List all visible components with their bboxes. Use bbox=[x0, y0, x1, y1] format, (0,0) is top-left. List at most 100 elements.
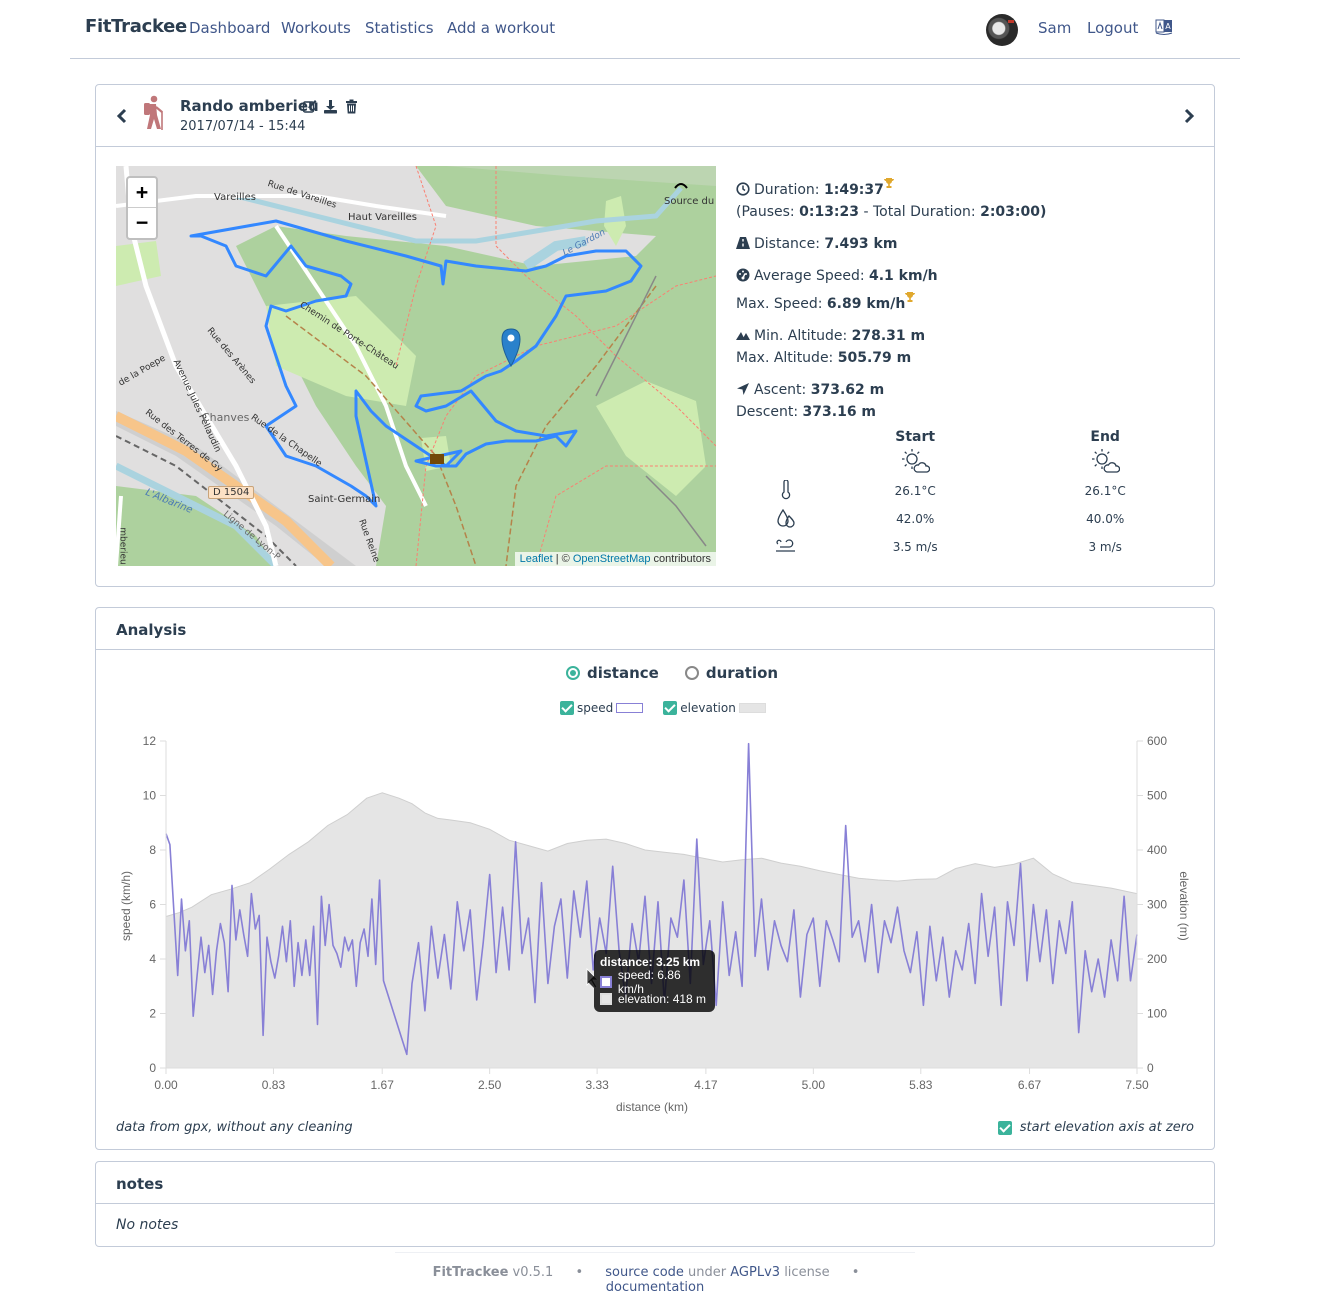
partly-cloudy-day-icon bbox=[1090, 448, 1121, 477]
ascent-label: Ascent: bbox=[754, 382, 811, 398]
analysis-chart[interactable]: 0 2 4 6 8 10 12 0 100 200 300 400 500 600 0.00 0.83 1.67… bbox=[96, 728, 1214, 1118]
map-label: Saint-Germain bbox=[308, 494, 381, 505]
documentation-link[interactable]: documentation bbox=[606, 1280, 704, 1295]
logout-link[interactable]: Logout bbox=[1087, 19, 1138, 37]
workout-actions bbox=[302, 99, 359, 114]
legend-speed[interactable]: speed bbox=[560, 701, 644, 715]
x-tick-label: 2.50 bbox=[478, 1078, 502, 1092]
radio-duration-label: duration bbox=[705, 664, 779, 682]
y-left-tick-label: 10 bbox=[143, 789, 157, 803]
humidity-icon bbox=[776, 508, 796, 531]
road-icon bbox=[736, 235, 750, 249]
speed-stat: Average Speed: 4.1 km/h Max. Speed: 6.89… bbox=[736, 265, 1196, 315]
legend-elevation[interactable]: elevation bbox=[663, 701, 766, 715]
hiking-icon bbox=[140, 95, 166, 131]
svg-text:A: A bbox=[1165, 22, 1171, 31]
speed-checkbox[interactable] bbox=[560, 701, 574, 715]
notes-title: notes bbox=[116, 1175, 164, 1193]
notes-card: notes No notes bbox=[95, 1161, 1215, 1247]
trophy-icon bbox=[905, 287, 916, 302]
legend-elevation-swatch bbox=[738, 703, 766, 713]
elevation-checkbox[interactable] bbox=[663, 701, 678, 715]
nav-statistics[interactable]: Statistics bbox=[365, 19, 434, 37]
radio-distance-button[interactable] bbox=[566, 666, 580, 680]
nav-dashboard[interactable]: Dashboard bbox=[189, 19, 270, 37]
delete-icon[interactable] bbox=[344, 99, 359, 114]
avatar[interactable] bbox=[986, 14, 1018, 46]
map-label: Chanves bbox=[202, 411, 250, 424]
weather-end-header: End bbox=[1090, 429, 1120, 445]
footer-brand: FitTrackee bbox=[432, 1265, 509, 1280]
y-right-tick-label: 500 bbox=[1147, 789, 1167, 803]
total-duration-value: 2:03:00 bbox=[980, 204, 1040, 220]
y-axis-left-label: speed (km/h) bbox=[119, 871, 133, 941]
workout-map[interactable]: Vareilles Rue de Vareilles Haut Vareille… bbox=[116, 166, 716, 566]
analysis-card: Analysis distance duration speed elevati… bbox=[95, 607, 1215, 1150]
y-right-tick-label: 300 bbox=[1147, 898, 1167, 912]
workout-card: Rando amberieu 2017/07/14 - 15:44 Vareil… bbox=[95, 84, 1215, 587]
license-link[interactable]: AGPLv3 bbox=[730, 1265, 780, 1280]
start-humidity: 42.0% bbox=[896, 512, 935, 526]
min-altitude-value: 278.31 m bbox=[851, 328, 926, 344]
duration-value: 1:49:37 bbox=[823, 182, 884, 198]
paren-close: ) bbox=[1040, 204, 1047, 220]
y-left-tick-label: 4 bbox=[149, 952, 156, 966]
start-temperature: 26.1°C bbox=[894, 484, 936, 498]
workout-stats: Duration: 1:49:37 (Pauses: 0:13:23 - Tot… bbox=[736, 173, 1196, 433]
end-wind: 3 m/s bbox=[1088, 540, 1122, 554]
zoom-in-button[interactable]: + bbox=[128, 178, 156, 208]
trophy-icon bbox=[883, 173, 894, 188]
legend-speed-swatch bbox=[616, 703, 644, 713]
previous-workout-button[interactable] bbox=[114, 105, 130, 127]
navbar: FitTrackee Dashboard Workouts Statistics… bbox=[70, 0, 1240, 59]
legend-speed-label: speed bbox=[577, 701, 614, 715]
legend-elevation-label: elevation bbox=[680, 701, 736, 715]
y-left-tick-label: 12 bbox=[143, 734, 157, 748]
tooltip-speed-swatch bbox=[600, 975, 612, 988]
brand-logo[interactable]: FitTrackee bbox=[85, 16, 187, 37]
distance-label: Distance: bbox=[754, 236, 825, 252]
chart-footnote: data from gpx, without any cleaning bbox=[116, 1120, 353, 1135]
descent-label: Descent: bbox=[736, 404, 803, 420]
elevation-zero-checkbox[interactable] bbox=[997, 1120, 1012, 1135]
descent-value: 373.16 m bbox=[802, 404, 877, 420]
chart-tooltip: distance: 3.25 km speed: 6.86 km/h eleva… bbox=[588, 950, 715, 1012]
pauses-value: 0:13:23 bbox=[799, 204, 860, 220]
radio-distance[interactable]: distance bbox=[566, 664, 659, 682]
radio-duration[interactable]: duration bbox=[684, 664, 779, 682]
nav-add-workout[interactable]: Add a workout bbox=[447, 19, 555, 37]
avg-speed-value: 4.1 km/h bbox=[869, 268, 938, 284]
map-attribution: Leaflet | © OpenStreetMap contributors bbox=[514, 552, 716, 566]
download-icon[interactable] bbox=[323, 99, 338, 114]
nav-workouts[interactable]: Workouts bbox=[281, 19, 351, 37]
end-humidity: 40.0% bbox=[1086, 512, 1125, 526]
analysis-title: Analysis bbox=[116, 621, 187, 639]
end-temperature: 26.1°C bbox=[1084, 484, 1126, 498]
attribution-suffix: contributors bbox=[650, 553, 711, 565]
edit-icon[interactable] bbox=[302, 99, 317, 114]
altitude-stat: Min. Altitude: 278.31 m Max. Altitude: 5… bbox=[736, 325, 1196, 369]
max-speed-label: Max. Speed: bbox=[736, 296, 827, 312]
leaflet-link[interactable]: Leaflet bbox=[520, 553, 553, 565]
x-tick-label: 3.33 bbox=[585, 1078, 609, 1092]
road-badge: D 1504 bbox=[208, 486, 255, 499]
footer-separator: • bbox=[575, 1265, 584, 1280]
radio-duration-button[interactable] bbox=[684, 666, 699, 680]
distance-stat: Distance: 7.493 km bbox=[736, 233, 1196, 255]
osm-link[interactable]: OpenStreetMap bbox=[573, 553, 651, 565]
x-axis-label: distance (km) bbox=[616, 1100, 688, 1114]
language-icon[interactable]: A bbox=[1155, 18, 1173, 36]
elevation-zero-toggle[interactable]: start elevation axis at zero bbox=[997, 1120, 1194, 1135]
zoom-out-button[interactable]: − bbox=[128, 208, 156, 238]
source-code-link[interactable]: source code bbox=[605, 1265, 684, 1280]
footer: FitTrackee v0.5.1 • source code under AG… bbox=[395, 1252, 915, 1295]
y-right-tick-label: 0 bbox=[1147, 1061, 1154, 1075]
elevation-zero-label: start elevation axis at zero bbox=[1019, 1120, 1194, 1135]
next-workout-button[interactable] bbox=[1181, 105, 1197, 127]
nav-user-profile[interactable]: Sam bbox=[1038, 19, 1071, 37]
footer-separator: • bbox=[851, 1265, 860, 1280]
map-label: Source du Gardon bbox=[664, 196, 716, 207]
total-duration-label: - Total Duration: bbox=[859, 204, 981, 220]
x-tick-label: 4.17 bbox=[694, 1078, 718, 1092]
x-axis-mode-selector: distance duration bbox=[566, 664, 778, 682]
